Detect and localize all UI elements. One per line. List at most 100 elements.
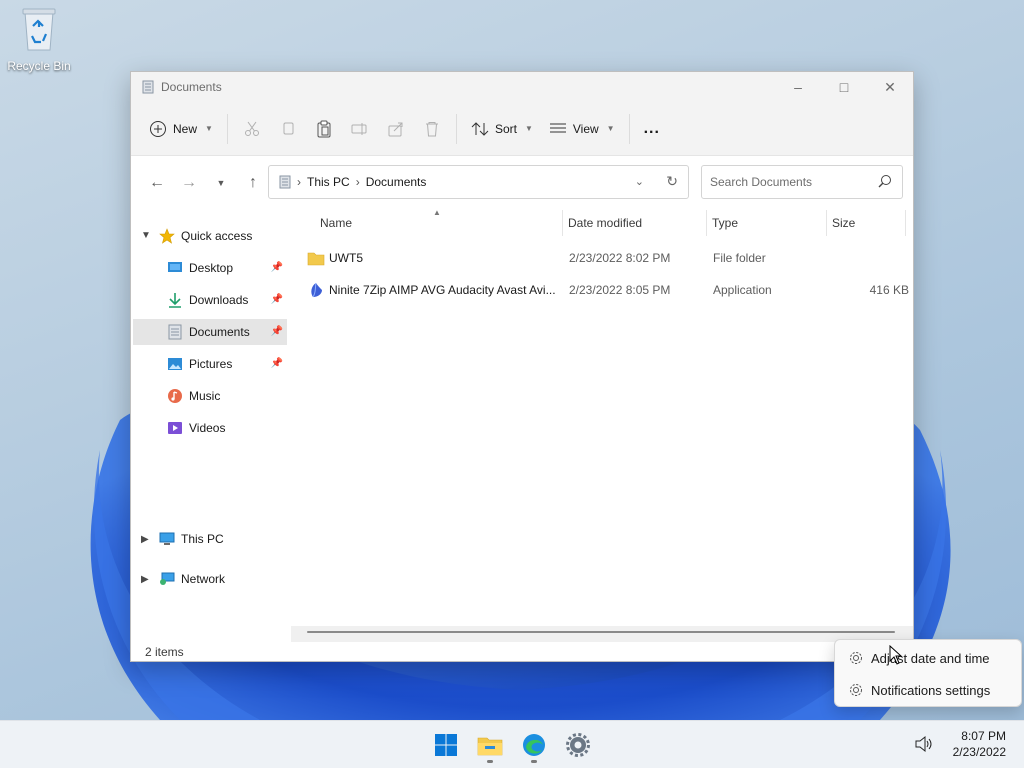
- clock-time: 8:07 PM: [961, 729, 1006, 743]
- file-date: 2/23/2022 8:05 PM: [569, 283, 671, 297]
- file-type: Application: [713, 283, 772, 297]
- sidebar-item-downloads[interactable]: Downloads 📌: [167, 287, 287, 313]
- sort-button[interactable]: Sort ▼: [463, 112, 541, 146]
- breadcrumb-this-pc[interactable]: This PC: [307, 175, 350, 189]
- taskbar: 8:07 PM 2/23/2022: [0, 720, 1024, 768]
- documents-icon: [279, 175, 291, 189]
- title-bar[interactable]: Documents – □ ✕: [131, 72, 913, 102]
- close-icon[interactable]: ✕: [867, 72, 913, 102]
- scrollbar-thumb[interactable]: [307, 631, 895, 633]
- rename-icon[interactable]: [342, 112, 378, 146]
- column-header-type[interactable]: Type: [712, 210, 826, 236]
- more-options-button[interactable]: ...: [636, 112, 668, 146]
- start-icon: [435, 734, 457, 756]
- window-title: Documents: [161, 80, 222, 94]
- back-arrow-icon[interactable]: ←: [141, 168, 173, 198]
- application-icon: [311, 282, 322, 298]
- recycle-bin-icon: [22, 8, 56, 51]
- documents-icon: [142, 80, 154, 94]
- copy-icon[interactable]: [270, 112, 306, 146]
- new-label: New: [173, 121, 198, 136]
- refresh-icon[interactable]: ↻: [666, 173, 678, 190]
- column-header-date[interactable]: Date modified: [568, 210, 706, 236]
- file-name: UWT5: [329, 251, 363, 265]
- taskbar-settings[interactable]: [558, 725, 598, 765]
- sidebar-item-network[interactable]: Network: [159, 566, 287, 592]
- column-divider[interactable]: [562, 210, 563, 236]
- expand-chevron-icon[interactable]: ▶: [141, 574, 149, 585]
- menu-item-notifications-settings[interactable]: Notifications settings: [841, 675, 1017, 705]
- column-divider[interactable]: [826, 210, 827, 236]
- star-icon: [159, 228, 175, 244]
- view-list-icon: [549, 123, 566, 132]
- sidebar-item-quick-access[interactable]: Quick access: [159, 223, 287, 249]
- sidebar-item-music[interactable]: Music: [167, 383, 287, 409]
- taskbar-edge[interactable]: [514, 725, 554, 765]
- settings-icon: [566, 733, 590, 757]
- recent-locations-chevron-icon[interactable]: ▼: [205, 168, 237, 198]
- column-header-size[interactable]: Size: [832, 210, 902, 236]
- file-row[interactable]: Ninite 7Zip AIMP AVG Audacity Avast Avi.…: [303, 276, 909, 304]
- share-icon[interactable]: [378, 112, 414, 146]
- pin-icon[interactable]: 📌: [271, 358, 283, 369]
- view-button[interactable]: View ▼: [541, 112, 623, 146]
- paste-icon[interactable]: [306, 112, 342, 146]
- network-label: Network: [181, 572, 226, 586]
- sidebar-item-videos[interactable]: Videos: [167, 415, 287, 441]
- downloads-icon: [167, 292, 183, 308]
- this-pc-label: This PC: [181, 532, 224, 546]
- start-button[interactable]: [426, 725, 466, 765]
- pin-icon[interactable]: 📌: [271, 262, 283, 273]
- chevron-down-icon: ▼: [606, 124, 615, 133]
- documents-icon: [167, 324, 183, 340]
- cut-icon[interactable]: [234, 112, 270, 146]
- status-bar: 2 items: [131, 642, 913, 662]
- videos-icon: [167, 420, 183, 436]
- sidebar-item-label: Documents: [189, 325, 250, 339]
- address-dropdown-icon[interactable]: ⌄: [635, 175, 644, 188]
- minimize-icon[interactable]: –: [775, 72, 821, 102]
- column-divider[interactable]: [905, 210, 906, 236]
- sort-icon: [471, 121, 489, 136]
- file-type: File folder: [713, 251, 766, 265]
- system-clock[interactable]: 8:07 PM 2/23/2022: [953, 728, 1006, 760]
- navigation-pane: ▼ Quick access Desktop 📌 Downloads 📌 Doc…: [131, 210, 291, 626]
- running-indicator: [531, 760, 537, 763]
- address-bar[interactable]: › This PC › Documents ⌄ ↻: [268, 165, 689, 199]
- column-size-label: Size: [832, 216, 856, 230]
- forward-arrow-icon[interactable]: →: [173, 168, 205, 198]
- sidebar-item-pictures[interactable]: Pictures 📌: [167, 351, 287, 377]
- column-header-name[interactable]: Name: [320, 210, 560, 236]
- chevron-down-icon: ▼: [205, 124, 213, 133]
- delete-icon[interactable]: [414, 112, 450, 146]
- more-label: ...: [643, 119, 660, 137]
- up-arrow-icon[interactable]: ↑: [237, 168, 269, 198]
- file-row[interactable]: UWT5 2/23/2022 8:02 PM File folder: [303, 244, 903, 272]
- new-button[interactable]: New ▼: [141, 112, 221, 146]
- breadcrumb-separator-icon: ›: [355, 175, 360, 189]
- sidebar-item-desktop[interactable]: Desktop 📌: [167, 255, 287, 281]
- this-pc-icon: [159, 531, 175, 547]
- command-bar: New ▼ Sort ▼ View ▼ ...: [131, 102, 913, 156]
- pin-icon[interactable]: 📌: [271, 326, 283, 337]
- menu-item-adjust-date-time[interactable]: Adjust date and time: [841, 643, 1017, 673]
- sidebar-item-label: Videos: [189, 421, 226, 435]
- plus-circle-icon: [150, 120, 166, 137]
- expand-chevron-icon[interactable]: ▶: [141, 534, 149, 545]
- pin-icon[interactable]: 📌: [271, 294, 283, 305]
- recycle-bin-shortcut[interactable]: Recycle Bin: [6, 6, 72, 73]
- breadcrumb-documents[interactable]: Documents: [366, 175, 427, 189]
- column-divider[interactable]: [706, 210, 707, 236]
- file-date: 2/23/2022 8:02 PM: [569, 251, 671, 265]
- collapse-chevron-icon[interactable]: ▼: [141, 230, 151, 241]
- maximize-icon[interactable]: □: [821, 72, 867, 102]
- taskbar-file-explorer[interactable]: [470, 725, 510, 765]
- sidebar-item-label: Downloads: [189, 293, 249, 307]
- horizontal-scrollbar[interactable]: [291, 626, 913, 642]
- sidebar-item-this-pc[interactable]: This PC: [159, 526, 287, 552]
- volume-icon[interactable]: [914, 735, 934, 753]
- sidebar-item-documents[interactable]: Documents 📌: [133, 319, 287, 345]
- gear-icon: [841, 650, 871, 666]
- item-count: 2 items: [145, 645, 184, 659]
- search-box[interactable]: Search Documents: [701, 165, 903, 199]
